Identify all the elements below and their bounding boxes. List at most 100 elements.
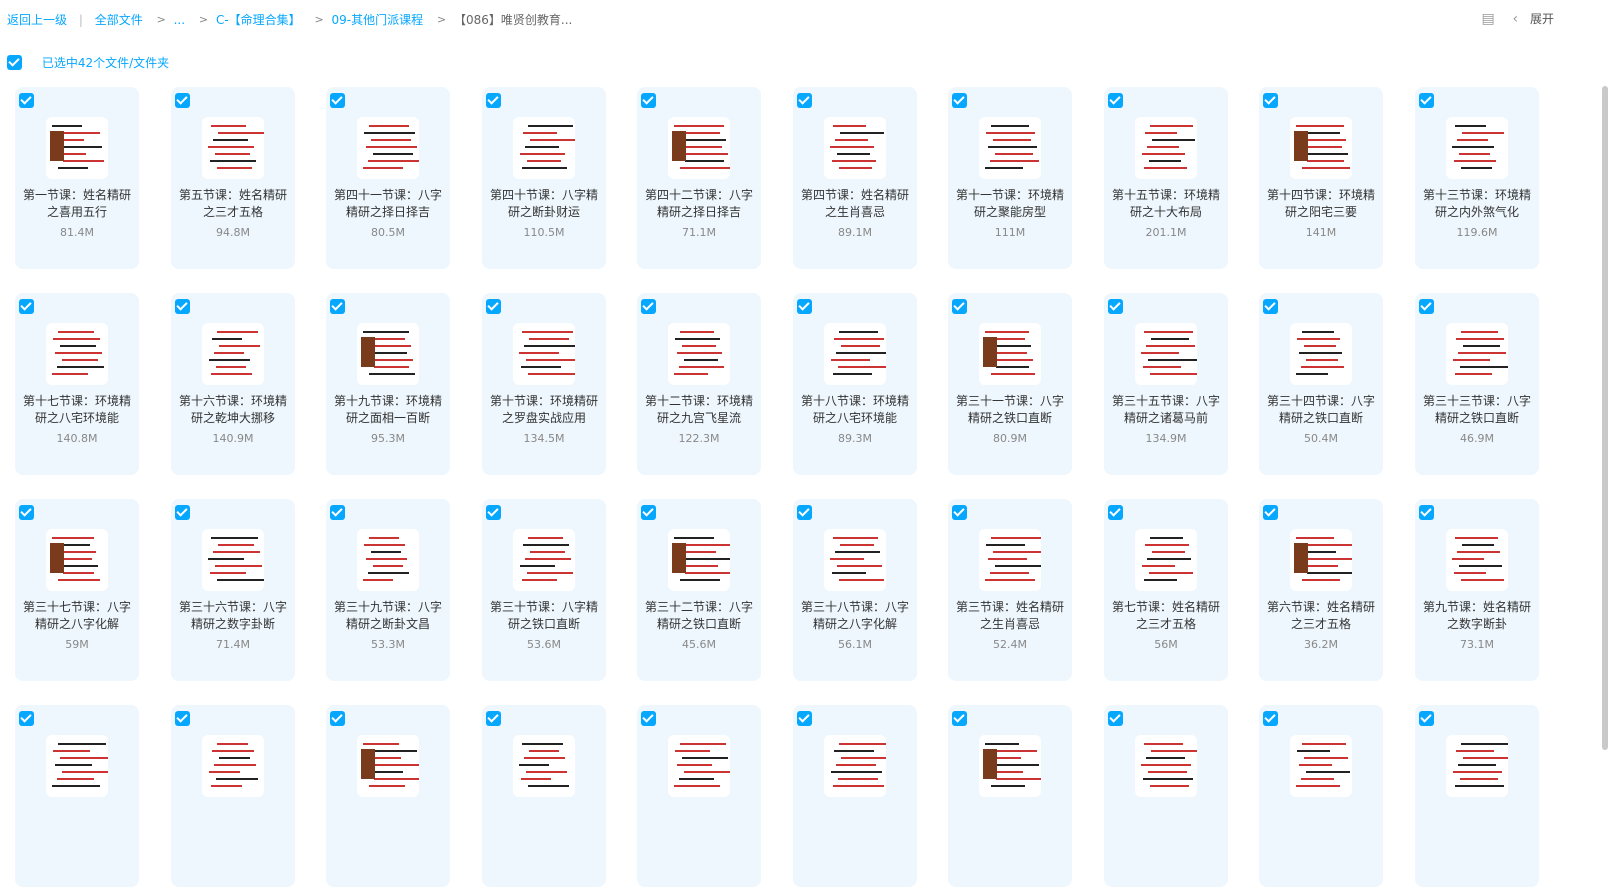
file-checkbox[interactable] xyxy=(175,711,190,726)
file-card[interactable]: 第九节课：姓名精研之数字断卦 73.1M xyxy=(1415,499,1539,681)
file-checkbox[interactable] xyxy=(797,711,812,726)
view-mode-icon[interactable]: ▤ xyxy=(1481,11,1494,27)
file-card[interactable] xyxy=(482,705,606,887)
file-checkbox[interactable] xyxy=(19,93,34,108)
file-card[interactable]: 第十七节课：环境精研之八宅环境能 140.8M xyxy=(15,293,139,475)
file-card[interactable] xyxy=(326,705,450,887)
file-name xyxy=(643,805,755,839)
file-checkbox[interactable] xyxy=(175,505,190,520)
breadcrumb-ellipsis[interactable]: ... xyxy=(174,13,185,27)
file-card[interactable]: 第十六节课：环境精研之乾坤大挪移 140.9M xyxy=(171,293,295,475)
file-checkbox[interactable] xyxy=(330,299,345,314)
file-card[interactable]: 第三十五节课：八字精研之诸葛马前 134.9M xyxy=(1104,293,1228,475)
file-checkbox[interactable] xyxy=(952,93,967,108)
file-card[interactable]: 第十一节课：环境精研之聚能房型 111M xyxy=(948,87,1072,269)
file-checkbox[interactable] xyxy=(952,299,967,314)
file-card[interactable]: 第四节课：姓名精研之生肖喜忌 89.1M xyxy=(793,87,917,269)
file-card[interactable]: 第十节课：环境精研之罗盘实战应用 134.5M xyxy=(482,293,606,475)
file-checkbox[interactable] xyxy=(1108,711,1123,726)
file-checkbox[interactable] xyxy=(797,93,812,108)
file-checkbox[interactable] xyxy=(797,505,812,520)
file-checkbox[interactable] xyxy=(1108,505,1123,520)
file-checkbox[interactable] xyxy=(1419,299,1434,314)
file-checkbox[interactable] xyxy=(175,299,190,314)
file-card[interactable]: 第十五节课：环境精研之十大布局 201.1M xyxy=(1104,87,1228,269)
file-checkbox[interactable] xyxy=(486,505,501,520)
file-card[interactable] xyxy=(15,705,139,887)
file-checkbox[interactable] xyxy=(330,505,345,520)
file-card[interactable]: 第十二节课：环境精研之九宫飞星流 122.3M xyxy=(637,293,761,475)
file-card[interactable] xyxy=(637,705,761,887)
breadcrumb-level2[interactable]: 09-其他门派课程 xyxy=(332,11,424,28)
file-checkbox[interactable] xyxy=(486,93,501,108)
file-thumbnail xyxy=(1135,529,1197,591)
file-checkbox[interactable] xyxy=(1419,93,1434,108)
file-checkbox[interactable] xyxy=(641,505,656,520)
file-checkbox[interactable] xyxy=(330,711,345,726)
file-checkbox[interactable] xyxy=(19,711,34,726)
file-card[interactable]: 第四十二节课：八字精研之择日择吉 71.1M xyxy=(637,87,761,269)
file-checkbox[interactable] xyxy=(19,505,34,520)
file-card[interactable]: 第十三节课：环境精研之内外煞气化 119.6M xyxy=(1415,87,1539,269)
file-card[interactable]: 第三十三节课：八字精研之铁口直断 46.9M xyxy=(1415,293,1539,475)
chevron-right-icon: > xyxy=(314,13,324,26)
file-card[interactable]: 第六节课：姓名精研之三才五格 36.2M xyxy=(1259,499,1383,681)
file-card[interactable]: 第三十一节课：八字精研之铁口直断 80.9M xyxy=(948,293,1072,475)
file-checkbox[interactable] xyxy=(486,711,501,726)
file-checkbox[interactable] xyxy=(1263,299,1278,314)
file-card[interactable]: 第三十四节课：八字精研之铁口直断 50.4M xyxy=(1259,293,1383,475)
file-checkbox[interactable] xyxy=(641,93,656,108)
file-card[interactable]: 第三十节课：八字精研之铁口直断 53.6M xyxy=(482,499,606,681)
file-checkbox[interactable] xyxy=(1263,505,1278,520)
file-checkbox[interactable] xyxy=(1263,93,1278,108)
select-all-checkbox[interactable] xyxy=(7,55,22,70)
file-checkbox[interactable] xyxy=(641,299,656,314)
file-checkbox[interactable] xyxy=(19,299,34,314)
file-card[interactable]: 第三十七节课：八字精研之八字化解 59M xyxy=(15,499,139,681)
file-card[interactable]: 第七节课：姓名精研之三才五格 56M xyxy=(1104,499,1228,681)
file-card[interactable]: 第十九节课：环境精研之面相一百断 95.3M xyxy=(326,293,450,475)
file-card[interactable]: 第三十六节课：八字精研之数字卦断 71.4M xyxy=(171,499,295,681)
file-card[interactable] xyxy=(793,705,917,887)
file-checkbox[interactable] xyxy=(330,93,345,108)
file-checkbox[interactable] xyxy=(1108,299,1123,314)
file-card[interactable]: 第三十二节课：八字精研之铁口直断 45.6M xyxy=(637,499,761,681)
file-card[interactable] xyxy=(1259,705,1383,887)
file-card[interactable] xyxy=(1104,705,1228,887)
file-name xyxy=(1110,805,1222,839)
file-card[interactable]: 第一节课：姓名精研之喜用五行 81.4M xyxy=(15,87,139,269)
file-checkbox[interactable] xyxy=(952,711,967,726)
file-checkbox[interactable] xyxy=(1419,505,1434,520)
breadcrumb-level1[interactable]: C-【命理合集】 xyxy=(216,11,301,28)
file-card[interactable]: 第十四节课：环境精研之阳宅三要 141M xyxy=(1259,87,1383,269)
scrollbar[interactable] xyxy=(1602,86,1608,750)
file-checkbox[interactable] xyxy=(1108,93,1123,108)
file-checkbox[interactable] xyxy=(952,505,967,520)
back-link[interactable]: 返回上一级 xyxy=(7,11,67,28)
breadcrumb-all-files[interactable]: 全部文件 xyxy=(95,11,143,28)
file-card[interactable]: 第四十节课：八字精研之断卦财运 110.5M xyxy=(482,87,606,269)
expand-button[interactable]: 展开 xyxy=(1530,10,1554,27)
file-checkbox[interactable] xyxy=(1419,711,1434,726)
file-card[interactable] xyxy=(948,705,1072,887)
file-checkbox[interactable] xyxy=(641,711,656,726)
file-checkbox[interactable] xyxy=(175,93,190,108)
file-card[interactable]: 第五节课：姓名精研之三才五格 94.8M xyxy=(171,87,295,269)
file-card[interactable]: 第十八节课：环境精研之八宅环境能 89.3M xyxy=(793,293,917,475)
file-name: 第三十节课：八字精研之铁口直断 xyxy=(489,600,598,631)
file-card[interactable] xyxy=(1415,705,1539,887)
file-name: 第三十五节课：八字精研之诸葛马前 xyxy=(1111,394,1220,425)
file-name: 第三十一节课：八字精研之铁口直断 xyxy=(955,394,1064,425)
file-card[interactable]: 第三节课：姓名精研之生肖喜忌 52.4M xyxy=(948,499,1072,681)
file-name: 第十八节课：环境精研之八宅环境能 xyxy=(800,394,909,425)
file-thumbnail xyxy=(357,529,419,591)
file-thumbnail xyxy=(202,529,264,591)
file-card[interactable]: 第三十八节课：八字精研之八字化解 56.1M xyxy=(793,499,917,681)
file-card[interactable] xyxy=(171,705,295,887)
file-checkbox[interactable] xyxy=(486,299,501,314)
file-card[interactable]: 第三十九节课：八字精研之断卦文昌 53.3M xyxy=(326,499,450,681)
file-checkbox[interactable] xyxy=(1263,711,1278,726)
file-checkbox[interactable] xyxy=(797,299,812,314)
chevron-left-icon[interactable]: ‹ xyxy=(1513,11,1519,27)
file-card[interactable]: 第四十一节课：八字精研之择日择吉 80.5M xyxy=(326,87,450,269)
